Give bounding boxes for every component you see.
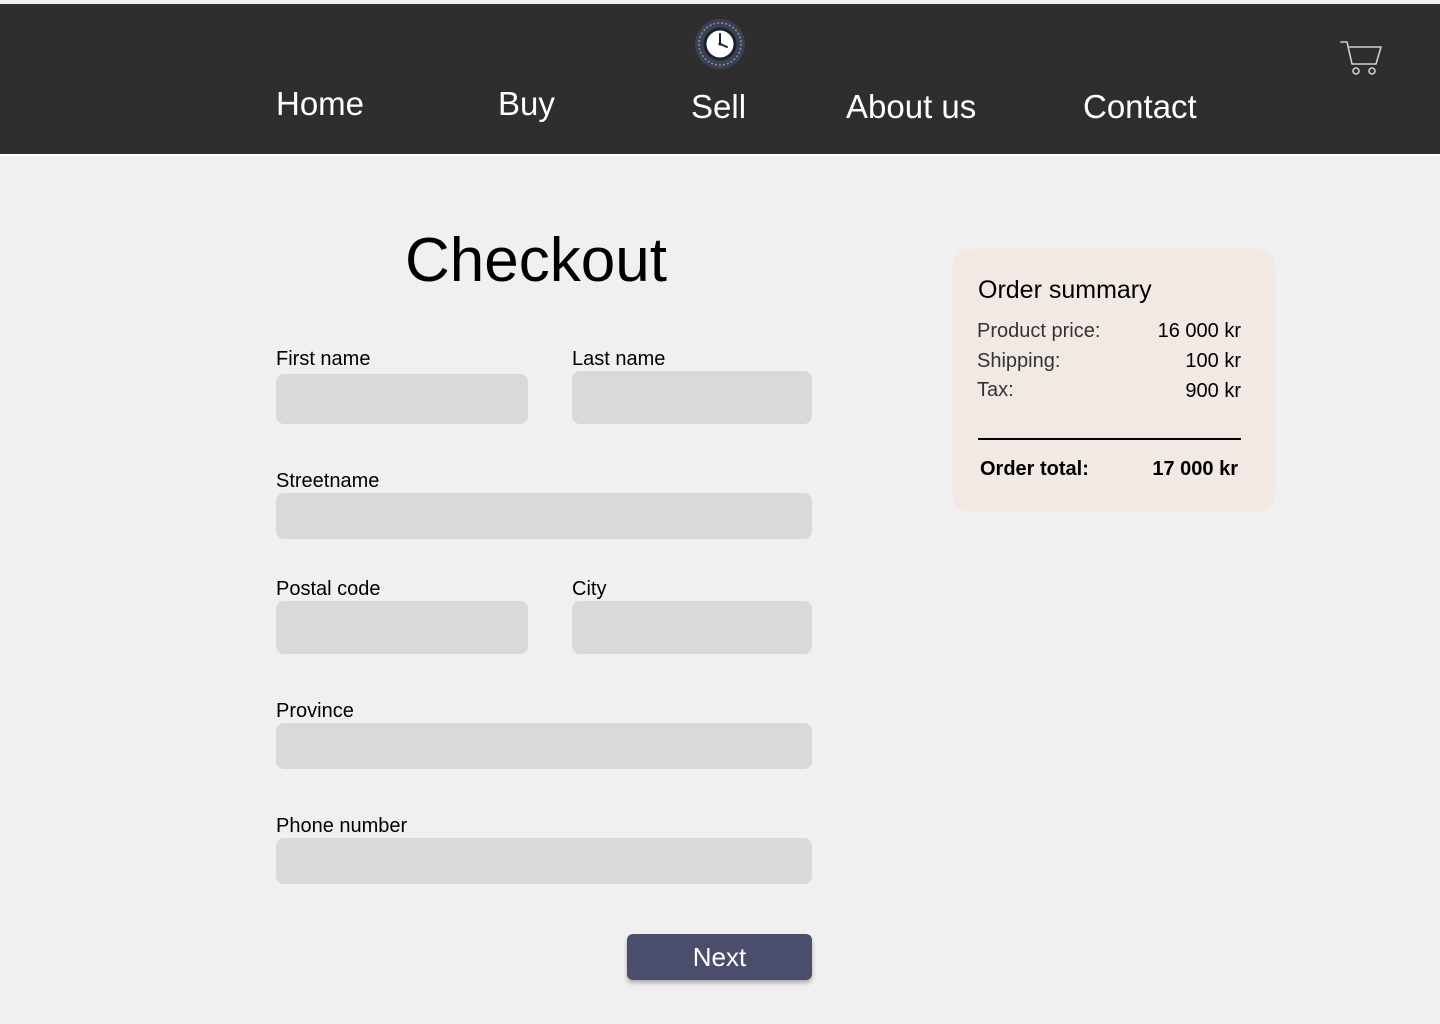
shipping-value: 100 kr bbox=[1185, 350, 1241, 372]
page-title: Checkout bbox=[405, 226, 667, 295]
postal-code-label: Postal code bbox=[276, 578, 381, 600]
province-field[interactable] bbox=[276, 723, 812, 769]
tax-value: 900 kr bbox=[1185, 380, 1241, 402]
order-total-value: 17 000 kr bbox=[1152, 458, 1238, 480]
phone-number-field[interactable] bbox=[276, 838, 812, 884]
last-name-label: Last name bbox=[572, 348, 666, 370]
order-total-label: Order total: bbox=[980, 458, 1089, 480]
clock-icon[interactable] bbox=[695, 19, 745, 69]
nav-sell[interactable]: Sell bbox=[691, 87, 746, 127]
streetname-field[interactable] bbox=[276, 493, 812, 539]
site-header: Home Buy Sell About us Contact bbox=[0, 4, 1440, 154]
phone-number-label: Phone number bbox=[276, 815, 408, 837]
product-price-label: Product price: bbox=[977, 320, 1101, 342]
order-summary-title: Order summary bbox=[978, 276, 1152, 304]
next-button[interactable]: Next bbox=[627, 934, 812, 980]
nav-about-us[interactable]: About us bbox=[846, 87, 976, 127]
cart-icon[interactable] bbox=[1338, 38, 1384, 78]
summary-divider bbox=[978, 438, 1241, 440]
city-field[interactable] bbox=[572, 601, 812, 654]
product-price-value: 16 000 kr bbox=[1157, 320, 1241, 342]
shipping-label: Shipping: bbox=[977, 350, 1061, 372]
nav-buy[interactable]: Buy bbox=[498, 84, 555, 124]
first-name-field[interactable] bbox=[276, 374, 528, 424]
postal-code-field[interactable] bbox=[276, 601, 528, 654]
nav-contact[interactable]: Contact bbox=[1083, 87, 1197, 127]
header-divider bbox=[0, 154, 1440, 156]
streetname-label: Streetname bbox=[276, 470, 380, 492]
order-summary-card: Order summary Product price: 16 000 kr S… bbox=[952, 249, 1276, 512]
checkout-page: Home Buy Sell About us Contact Checkout … bbox=[0, 0, 1440, 1024]
first-name-label: First name bbox=[276, 348, 371, 370]
province-label: Province bbox=[276, 700, 354, 722]
nav-home[interactable]: Home bbox=[276, 84, 364, 124]
tax-label: Tax: bbox=[977, 379, 1014, 401]
city-label: City bbox=[572, 578, 607, 600]
last-name-field[interactable] bbox=[572, 371, 812, 424]
